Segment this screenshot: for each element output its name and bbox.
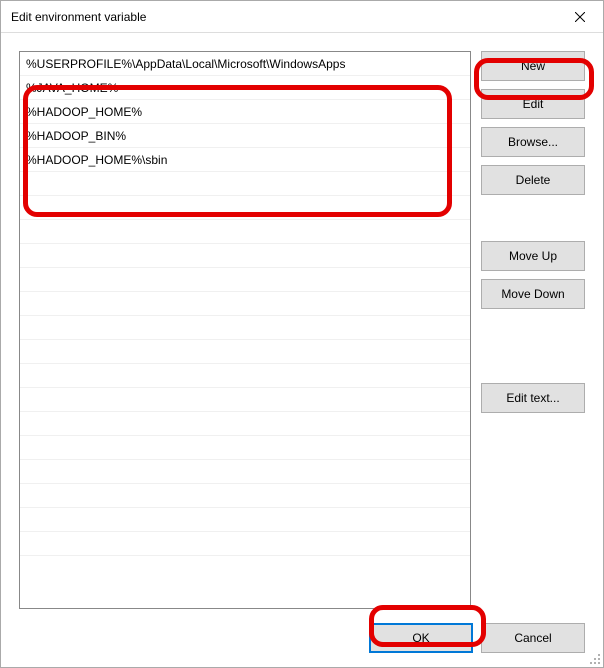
list-item[interactable]: %HADOOP_BIN% [20,124,470,148]
spacer [481,317,585,375]
list-empty-row [20,532,470,556]
move-down-button[interactable]: Move Down [481,279,585,309]
ok-button[interactable]: OK [369,623,473,653]
list-empty-row [20,340,470,364]
list-empty-row [20,316,470,340]
list-empty-row [20,292,470,316]
resize-grip-icon[interactable] [589,653,601,665]
list-item[interactable]: %USERPROFILE%\AppData\Local\Microsoft\Wi… [20,52,470,76]
window-title: Edit environment variable [1,10,557,24]
close-icon [575,12,585,22]
edit-text-button[interactable]: Edit text... [481,383,585,413]
list-empty-row [20,436,470,460]
bottom-buttons: OK Cancel [19,609,585,655]
list-item[interactable]: %HADOOP_HOME% [20,100,470,124]
browse-button[interactable]: Browse... [481,127,585,157]
list-item[interactable]: %JAVA_HOME% [20,76,470,100]
list-empty-row [20,484,470,508]
list-empty-row [20,172,470,196]
edit-button[interactable]: Edit [481,89,585,119]
edit-env-var-dialog: Edit environment variable %USERPROFILE%\… [0,0,604,668]
list-empty-row [20,388,470,412]
list-empty-row [20,268,470,292]
list-empty-row [20,364,470,388]
path-listbox[interactable]: %USERPROFILE%\AppData\Local\Microsoft\Wi… [19,51,471,609]
delete-button[interactable]: Delete [481,165,585,195]
list-empty-row [20,196,470,220]
move-up-button[interactable]: Move Up [481,241,585,271]
side-buttons: New Edit Browse... Delete Move Up Move D… [481,51,585,609]
list-item[interactable]: %HADOOP_HOME%\sbin [20,148,470,172]
list-empty-row [20,412,470,436]
list-empty-row [20,460,470,484]
titlebar: Edit environment variable [1,1,603,33]
list-empty-row [20,220,470,244]
cancel-button[interactable]: Cancel [481,623,585,653]
list-empty-row [20,508,470,532]
new-button[interactable]: New [481,51,585,81]
list-empty-row [20,244,470,268]
close-button[interactable] [557,1,603,33]
dialog-body: %USERPROFILE%\AppData\Local\Microsoft\Wi… [1,33,603,667]
main-area: %USERPROFILE%\AppData\Local\Microsoft\Wi… [19,51,585,609]
spacer [481,203,585,233]
